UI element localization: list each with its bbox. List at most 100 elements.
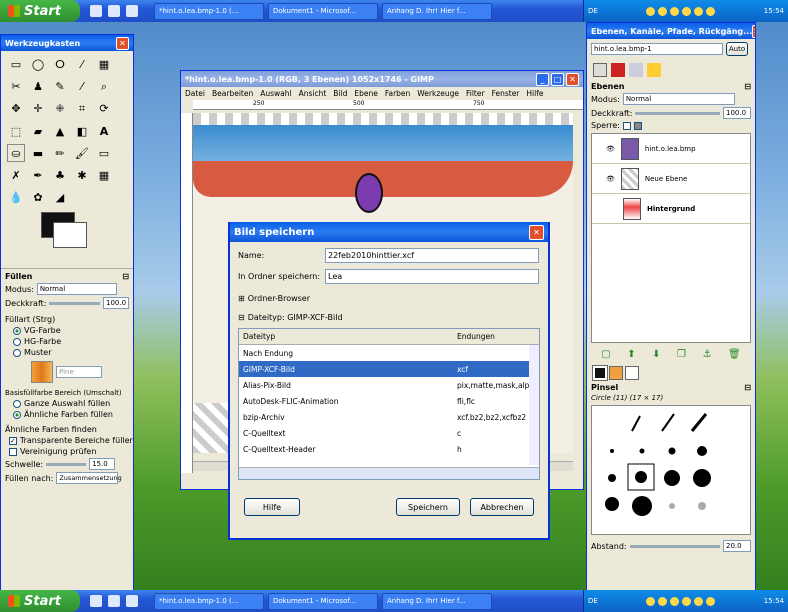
threshold-input[interactable]: 15.0 — [89, 458, 116, 470]
ink-icon[interactable]: ✒ — [29, 166, 47, 184]
zoom-icon[interactable]: ⌕ — [95, 78, 113, 96]
layers-tab-icon[interactable] — [593, 63, 607, 77]
rect-select-icon[interactable]: ▭ — [7, 55, 25, 73]
firefox-icon[interactable] — [126, 5, 138, 17]
raise-layer-icon[interactable]: ⬆ — [627, 349, 635, 360]
gradient-tab-icon[interactable] — [625, 366, 639, 380]
wand-icon[interactable]: ⁄ — [73, 55, 91, 73]
word-icon[interactable] — [108, 5, 120, 17]
filename-input[interactable]: 22feb2010hinttier.xcf — [325, 248, 539, 263]
blend-icon[interactable]: ▬ — [29, 144, 47, 162]
undo-tab-icon[interactable] — [647, 63, 661, 77]
ellipse-select-icon[interactable]: ◯ — [29, 55, 47, 73]
close-icon[interactable]: ✕ — [116, 36, 129, 50]
table-row[interactable]: Nach Endung — [239, 345, 539, 361]
menu-item[interactable]: Fenster — [492, 89, 520, 98]
help-button[interactable]: Hilfe — [244, 498, 300, 516]
brush-tab-icon[interactable] — [592, 365, 608, 381]
tray-icon[interactable] — [694, 6, 704, 16]
tray-icon[interactable] — [646, 6, 656, 16]
word-icon[interactable] — [108, 595, 120, 607]
radio-whole[interactable] — [13, 399, 21, 408]
vertical-scrollbar[interactable] — [529, 345, 539, 465]
taskbar-firefox[interactable]: Anhang D. Ihr! Hier f... — [382, 592, 492, 610]
scale-icon[interactable]: ⬚ — [7, 122, 25, 140]
auto-button[interactable]: Auto — [726, 42, 748, 56]
mode-select[interactable]: Normal — [36, 283, 117, 295]
column-header-ext[interactable]: Endungen — [457, 332, 535, 341]
language-indicator[interactable]: DE — [588, 7, 598, 15]
table-row[interactable]: C-Quelltext-Header h — [239, 441, 539, 457]
opacity-slider[interactable] — [49, 301, 100, 305]
move-icon[interactable]: ✛ — [29, 100, 47, 118]
folder-select[interactable]: Lea — [325, 269, 539, 284]
shear-icon[interactable]: ▰ — [29, 122, 47, 140]
menu-item[interactable]: Hilfe — [526, 89, 543, 98]
transparent-checkbox[interactable]: ✓ — [9, 436, 17, 445]
gimp-titlebar[interactable]: *hint.o.lea.bmp-1.0 (RGB, 3 Ebenen) 1052… — [181, 71, 583, 87]
cancel-button[interactable]: Abbrechen — [470, 498, 534, 516]
expander-icon[interactable]: ⊟ — [238, 313, 245, 322]
taskbar-gimp[interactable]: *hint.o.lea.bmp-1.0 (... — [154, 592, 264, 610]
folder-browser-expander[interactable]: Ordner-Browser — [248, 294, 310, 303]
foreground-select-icon[interactable]: ♟ — [29, 77, 47, 95]
minimize-icon[interactable]: _ — [536, 72, 549, 86]
expand-icon[interactable]: ⊟ — [122, 272, 129, 281]
blur-icon[interactable]: 💧 — [7, 188, 25, 206]
background-color[interactable] — [53, 222, 87, 248]
anchor-icon[interactable]: ⚓ — [703, 349, 712, 360]
paths-icon[interactable]: ✎ — [51, 77, 69, 95]
maximize-icon[interactable]: □ — [551, 72, 564, 86]
layer-row[interactable]: 👁 hint.o.lea.bmp — [592, 134, 750, 164]
eraser-icon[interactable]: ▭ — [95, 144, 113, 162]
dodge-icon[interactable]: ◢ — [51, 188, 69, 206]
save-dialog-titlebar[interactable]: Bild speichern ✕ — [230, 222, 548, 242]
duplicate-layer-icon[interactable]: ❐ — [677, 349, 686, 360]
horizontal-scrollbar[interactable] — [239, 467, 539, 479]
rotate-icon[interactable]: ⟳ — [95, 100, 113, 118]
layers-titlebar[interactable]: Ebenen, Kanäle, Pfade, Rückgäng...✕ — [587, 23, 755, 39]
pattern-tab-icon[interactable] — [609, 366, 623, 380]
merge-checkbox[interactable] — [9, 447, 17, 456]
table-row[interactable]: AutoDesk-FLIC-Animation fli,flc — [239, 393, 539, 409]
tray-icon[interactable] — [670, 596, 680, 606]
desktop-icon[interactable] — [90, 5, 102, 17]
layer-row[interactable]: 👁 Neue Ebene — [592, 164, 750, 194]
flip-icon[interactable]: ◧ — [73, 122, 91, 140]
layer-opacity-input[interactable]: 100.0 — [723, 107, 751, 119]
menu-item[interactable]: Ansicht — [299, 89, 327, 98]
start-button[interactable]: Start — [0, 590, 80, 612]
pattern-preview[interactable] — [31, 361, 53, 383]
lock-alpha-checkbox[interactable] — [633, 121, 642, 130]
menu-item[interactable]: Ebene — [354, 89, 377, 98]
tray-icon[interactable] — [646, 596, 656, 606]
lower-layer-icon[interactable]: ⬇ — [652, 349, 660, 360]
spacing-input[interactable]: 20.0 — [723, 540, 751, 552]
new-layer-icon[interactable]: ▢ — [601, 349, 610, 360]
column-header-type[interactable]: Dateityp — [243, 332, 457, 341]
lock-pixels-checkbox[interactable] — [622, 121, 631, 130]
smudge-icon[interactable]: ✿ — [29, 188, 47, 206]
layer-opacity-slider[interactable] — [635, 111, 720, 115]
filetype-expander[interactable]: Dateityp: GIMP-XCF-Bild — [248, 313, 343, 322]
airbrush-icon[interactable]: ✗ — [7, 166, 25, 184]
expand-icon[interactable]: ⊟ — [744, 82, 751, 91]
toolbox-titlebar[interactable]: Werkzeugkasten ✕ — [1, 35, 133, 51]
threshold-slider[interactable] — [46, 462, 87, 466]
tray-icon[interactable] — [682, 6, 692, 16]
picker-icon[interactable]: ⁄ — [73, 77, 91, 95]
taskbar-firefox[interactable]: Anhang D. Ihr! Hier f... — [382, 2, 492, 20]
layer-row[interactable]: Hintergrund — [592, 194, 750, 224]
table-row[interactable]: Alias-Pix-Bild pix,matte,mask,alp — [239, 377, 539, 393]
menu-item[interactable]: Bearbeiten — [212, 89, 253, 98]
scissors-icon[interactable]: ✂ — [7, 77, 25, 95]
expand-icon[interactable]: ⊟ — [744, 383, 751, 392]
measure-icon[interactable]: ✥ — [7, 100, 25, 118]
lasso-icon[interactable]: ⵔ — [51, 55, 69, 73]
radio-pattern[interactable] — [13, 348, 21, 357]
image-select[interactable]: hint.o.lea.bmp-1 — [591, 43, 723, 55]
menu-item[interactable]: Werkzeuge — [417, 89, 459, 98]
spacing-slider[interactable] — [629, 544, 720, 548]
clone-icon[interactable]: ♣ — [51, 166, 69, 184]
table-row[interactable]: GIMP-XCF-Bild xcf — [239, 361, 539, 377]
